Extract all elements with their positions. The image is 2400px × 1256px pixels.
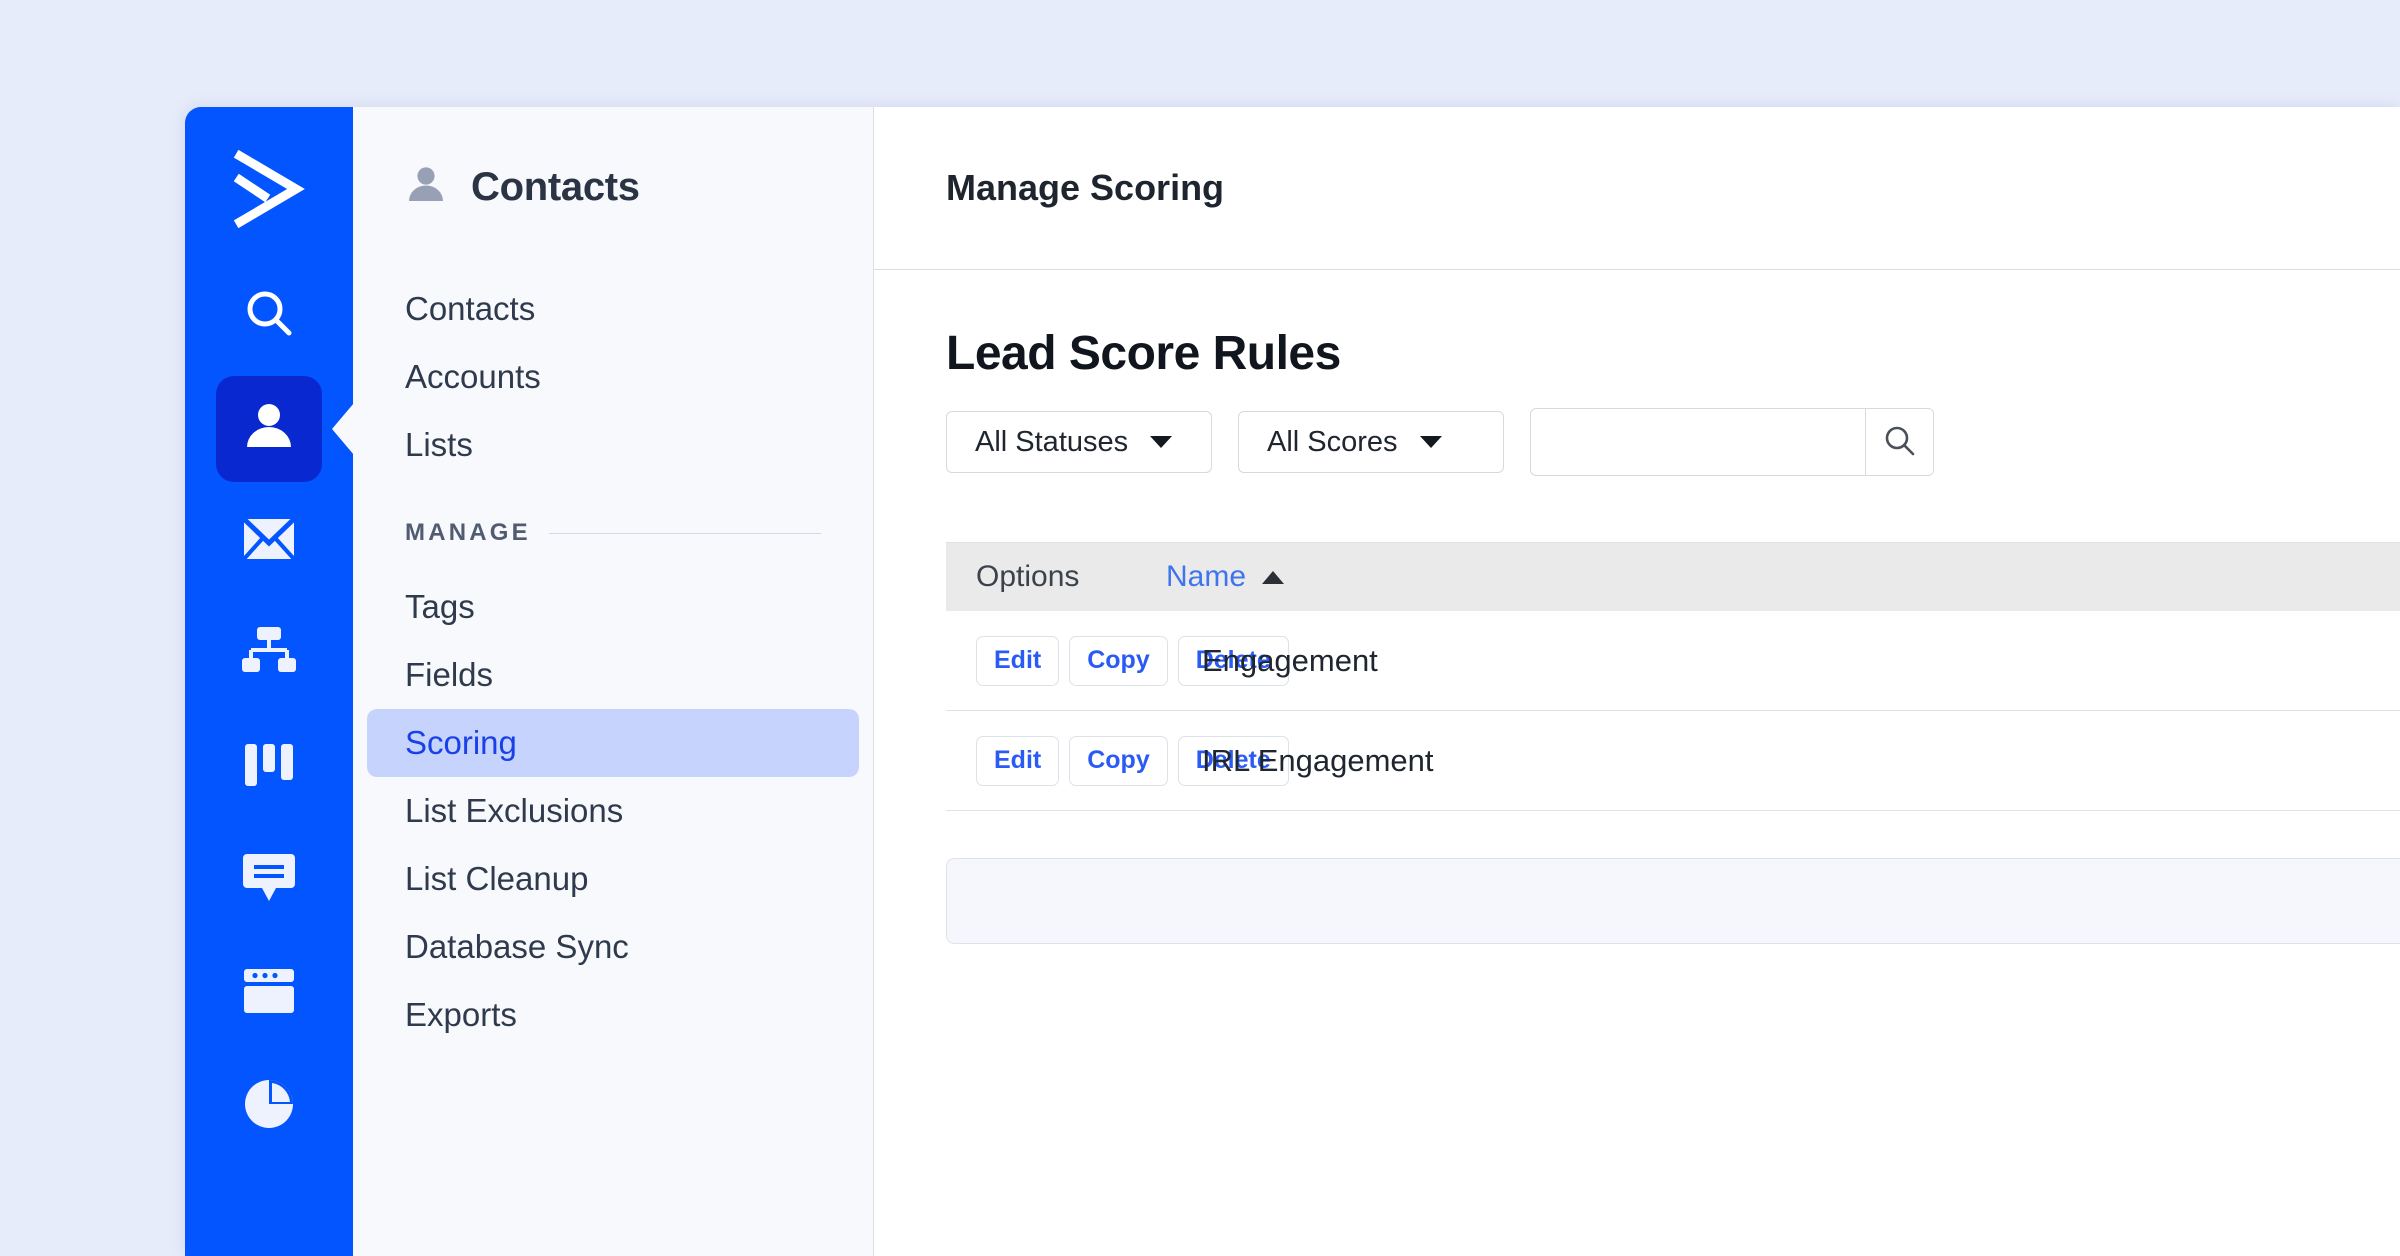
sidebar-item-lists[interactable]: Lists — [367, 411, 859, 479]
rail-item-search[interactable] — [185, 259, 353, 372]
sidebar-item-exports[interactable]: Exports — [367, 981, 859, 1049]
row-actions: Edit Copy Delete — [976, 735, 1289, 786]
status-filter-dropdown[interactable]: All Statuses — [946, 411, 1212, 473]
search-input[interactable] — [1531, 409, 1865, 475]
sidebar-item-list-exclusions[interactable]: List Exclusions — [367, 777, 859, 845]
rail-item-email[interactable] — [185, 485, 353, 598]
email-envelope-icon — [242, 517, 296, 566]
scores-filter-label: All Scores — [1267, 425, 1398, 458]
search-submit-button[interactable] — [1865, 409, 1933, 475]
page-title: Lead Score Rules — [946, 327, 1341, 380]
main-content: Manage Scoring Lead Score Rules All Stat… — [874, 107, 2400, 1256]
scores-filter-dropdown[interactable]: All Scores — [1238, 411, 1504, 473]
divider — [548, 532, 821, 534]
copy-button[interactable]: Copy — [1069, 735, 1168, 786]
primary-nav-rail — [185, 107, 353, 1256]
rule-name: IRL Engagement — [1202, 742, 1434, 778]
column-header-options: Options — [976, 560, 1080, 593]
sidebar-item-scoring[interactable]: Scoring — [367, 709, 859, 777]
secondary-sidebar: Contacts Contacts Accounts Lists MANAGE … — [353, 107, 874, 1256]
contacts-person-icon — [242, 399, 296, 458]
sidebar-item-list-cleanup[interactable]: List Cleanup — [367, 845, 859, 913]
rail-item-reports[interactable] — [185, 1050, 353, 1163]
sidebar-item-fields[interactable]: Fields — [367, 641, 859, 709]
rail-item-website[interactable] — [185, 937, 353, 1050]
row-actions: Edit Copy Delete — [976, 635, 1289, 686]
table-header-row: Options Name — [946, 542, 2400, 611]
reports-pie-icon — [243, 1078, 295, 1135]
caret-up-icon — [1262, 570, 1285, 584]
search-icon — [241, 285, 297, 346]
activecampaign-logo[interactable] — [185, 135, 353, 243]
column-header-name[interactable]: Name — [1166, 560, 1285, 594]
column-header-name-label: Name — [1166, 560, 1247, 593]
table-row: Edit Copy Delete IRL Engagement — [946, 711, 2400, 811]
main-body: Lead Score Rules All Statuses All Scores — [874, 270, 2400, 944]
sidebar-section-label: MANAGE — [405, 519, 531, 546]
conversations-chat-icon — [242, 853, 296, 908]
rail-item-automations[interactable] — [185, 598, 353, 711]
subnav-title: Contacts — [471, 164, 640, 209]
rail-item-contacts[interactable] — [185, 372, 353, 485]
search-box — [1530, 408, 1934, 476]
copy-button[interactable]: Copy — [1069, 635, 1168, 686]
page-header-title: Manage Scoring — [946, 167, 1225, 208]
sidebar-item-accounts[interactable]: Accounts — [367, 343, 859, 411]
status-filter-label: All Statuses — [975, 425, 1129, 458]
automations-flow-icon — [242, 627, 296, 682]
rail-items — [185, 259, 353, 1163]
filter-bar: All Statuses All Scores — [946, 408, 2400, 476]
person-icon — [405, 164, 447, 211]
table-footer-panel — [946, 858, 2400, 944]
subnav-list: Contacts Accounts Lists MANAGE Tags Fiel… — [353, 267, 873, 1049]
search-icon — [1883, 424, 1917, 461]
deals-columns-icon — [244, 740, 294, 795]
website-pages-icon — [243, 968, 295, 1019]
chevron-down-icon — [1150, 436, 1173, 448]
edit-button[interactable]: Edit — [976, 635, 1060, 686]
app-window: Contacts Contacts Accounts Lists MANAGE … — [185, 107, 2400, 1256]
subnav-header: Contacts — [353, 107, 873, 267]
chevron-down-icon — [1419, 436, 1442, 448]
table-row: Edit Copy Delete Engagement — [946, 611, 2400, 711]
rule-name: Engagement — [1202, 642, 1378, 678]
sidebar-section-manage: MANAGE — [367, 519, 859, 547]
main-header: Manage Scoring — [874, 107, 2400, 270]
rail-item-deals[interactable] — [185, 711, 353, 824]
edit-button[interactable]: Edit — [976, 735, 1060, 786]
sidebar-item-contacts[interactable]: Contacts — [367, 275, 859, 343]
lead-score-rules-table: Options Name Edit Copy Delete Engagement — [946, 542, 2400, 944]
sidebar-item-database-sync[interactable]: Database Sync — [367, 913, 859, 981]
rail-item-conversations[interactable] — [185, 824, 353, 937]
sidebar-item-tags[interactable]: Tags — [367, 573, 859, 641]
